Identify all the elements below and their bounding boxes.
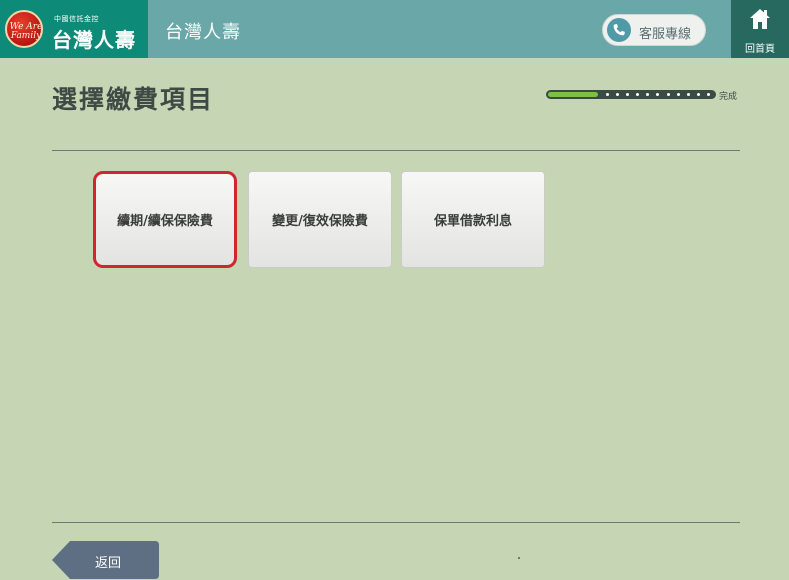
top-divider bbox=[52, 150, 740, 151]
phone-icon bbox=[607, 18, 631, 42]
progress-label: 完成 bbox=[719, 92, 738, 102]
we-are-family-emblem: We Are Family bbox=[5, 10, 43, 48]
progress-step-dot bbox=[626, 93, 630, 96]
header-title: 台灣人壽 bbox=[165, 22, 241, 43]
progress-step-dot bbox=[656, 93, 660, 96]
progress-step-dot bbox=[616, 93, 620, 96]
choice-change-reinstatement-premium[interactable]: 變更/復效保險費 bbox=[248, 171, 392, 268]
stray-dot bbox=[518, 557, 520, 559]
progress-step-dot bbox=[646, 93, 650, 96]
progress-step-dot bbox=[706, 93, 710, 96]
choice-policy-loan-interest[interactable]: 保單借款利息 bbox=[401, 171, 545, 268]
progress-step-dot bbox=[696, 93, 700, 96]
customer-service-label: 客服專線 bbox=[639, 27, 692, 42]
home-label: 回首頁 bbox=[745, 44, 775, 55]
page-title: 選擇繳費項目 bbox=[52, 85, 215, 114]
customer-service-button[interactable]: 客服專線 bbox=[602, 14, 706, 46]
progress-step-dot bbox=[676, 93, 680, 96]
progress-step-dot bbox=[606, 93, 609, 96]
progress-step-dot bbox=[666, 93, 670, 96]
progress-steps bbox=[606, 93, 710, 96]
back-label: 返回 bbox=[94, 556, 121, 571]
choice-renewal-premium[interactable]: 續期/續保保險費 bbox=[93, 171, 237, 268]
back-button[interactable]: 返回 bbox=[52, 541, 159, 579]
progress-step-dot bbox=[686, 93, 690, 96]
bottom-divider bbox=[52, 522, 740, 523]
home-button[interactable]: 回首頁 bbox=[731, 0, 789, 58]
choice-label: 續期/續保保險費 bbox=[117, 214, 213, 229]
logo-subtitle: 中國信託金控 bbox=[54, 15, 99, 23]
choice-label: 變更/復效保險費 bbox=[272, 214, 368, 229]
progress-fill bbox=[548, 92, 598, 97]
progress-step-dot bbox=[636, 93, 640, 96]
home-icon bbox=[750, 9, 770, 29]
choice-label: 保單借款利息 bbox=[433, 214, 512, 229]
logo-title: 台灣人壽 bbox=[52, 28, 136, 52]
app-header: We Are Family 中國信託金控 台灣人壽 台灣人壽 客服專線 回首頁 bbox=[0, 0, 789, 58]
logo: We Are Family 中國信託金控 台灣人壽 bbox=[0, 0, 148, 58]
progress-bar bbox=[546, 90, 716, 99]
